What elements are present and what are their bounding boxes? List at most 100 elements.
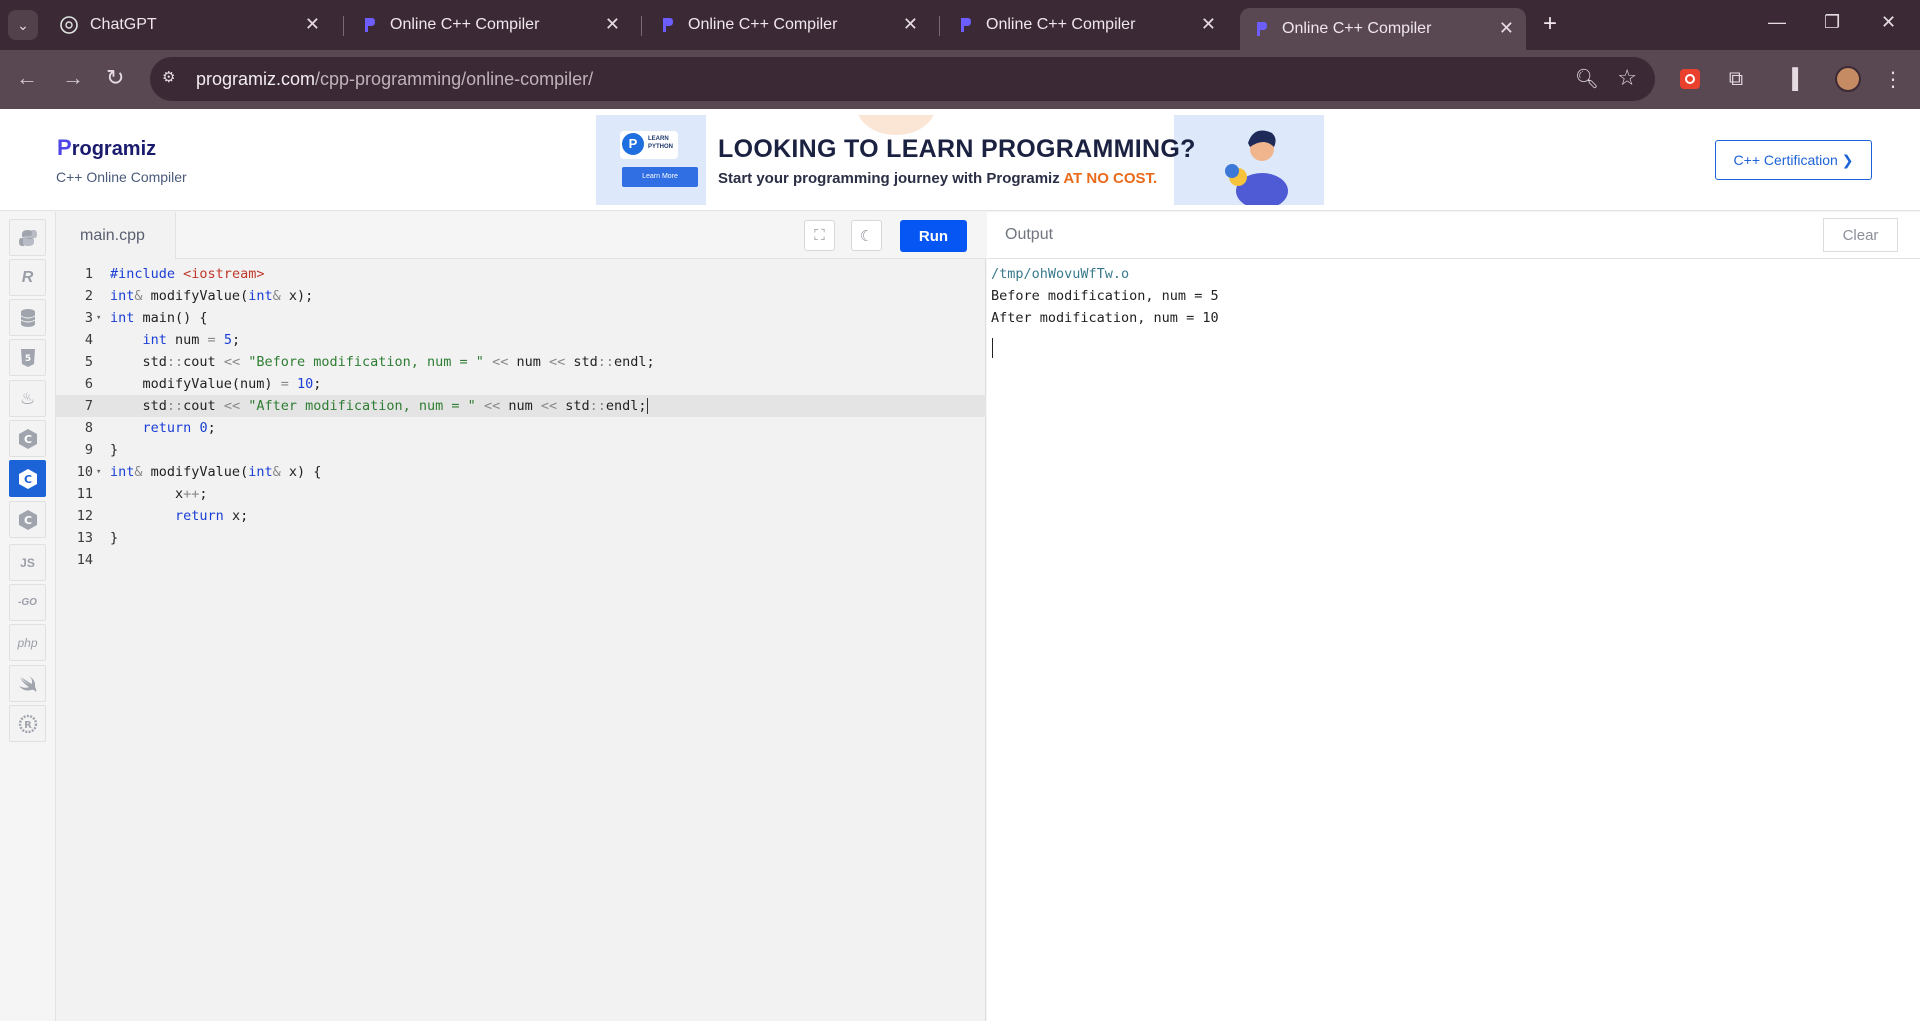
code-line: 11 x++; xyxy=(56,483,986,505)
code-line: 8 return 0; xyxy=(56,417,986,439)
close-window-button[interactable]: ✕ xyxy=(1881,12,1896,33)
svg-text:5: 5 xyxy=(24,354,30,364)
reload-button[interactable]: ↻ xyxy=(106,66,124,90)
programiz-favicon-icon xyxy=(1252,20,1270,38)
fullscreen-button[interactable]: ⛶ xyxy=(804,220,835,251)
dark-mode-button[interactable]: ☾ xyxy=(851,220,882,251)
chevron-down-icon: ⌄ xyxy=(17,16,29,33)
tab-chatgpt[interactable]: ChatGPT ✕ xyxy=(48,8,332,42)
output-line: /tmp/ohWovuWfTw.o xyxy=(991,266,1130,282)
profile-avatar[interactable] xyxy=(1834,65,1862,93)
close-tab-icon[interactable]: ✕ xyxy=(1499,18,1514,39)
clear-button[interactable]: Clear xyxy=(1823,218,1898,252)
programiz-favicon-icon xyxy=(658,16,676,34)
lang-r-button[interactable]: R xyxy=(9,259,46,296)
plus-icon: + xyxy=(1543,10,1558,37)
site-info-icon[interactable]: ⚙ xyxy=(162,68,184,90)
code-text: modifyValue(num) = 10; xyxy=(110,376,322,392)
side-panel-icon: ▍ xyxy=(1792,68,1808,91)
line-number: 10 xyxy=(76,464,93,480)
zoom-icon[interactable]: 🔍︎ xyxy=(1575,67,1599,91)
browser-tab-bar: ⌄ ChatGPT ✕ Online C++ Compiler ✕ Online… xyxy=(0,0,1920,50)
tab-title: Online C++ Compiler xyxy=(688,16,838,33)
tab-online-cpp-compiler-active[interactable]: Online C++ Compiler ✕ xyxy=(1240,8,1526,50)
back-button[interactable]: ← xyxy=(16,66,38,90)
close-tab-icon[interactable]: ✕ xyxy=(605,14,620,35)
line-number: 8 xyxy=(84,420,93,436)
new-tab-button[interactable]: + xyxy=(1543,12,1557,36)
lang-java-button[interactable]: ♨ xyxy=(9,380,46,417)
php-icon: php xyxy=(17,635,38,650)
badge-text: LEARN PYTHON xyxy=(648,136,674,150)
restore-icon: ❐ xyxy=(1824,12,1841,32)
tab-online-cpp-compiler-3[interactable]: Online C++ Compiler ✕ xyxy=(948,8,1228,42)
tab-separator xyxy=(343,16,344,36)
code-text: int& modifyValue(int& x); xyxy=(110,288,314,304)
output-cursor[interactable] xyxy=(992,338,993,358)
minimize-button[interactable]: — xyxy=(1768,12,1786,33)
bookmark-star-icon[interactable]: ☆ xyxy=(1617,65,1637,91)
code-editor[interactable]: 1 #include <iostream> 2 int& modifyValue(i… xyxy=(56,259,986,1021)
restore-button[interactable]: ❐ xyxy=(1824,12,1840,33)
close-tab-icon[interactable]: ✕ xyxy=(903,14,918,35)
tab-online-cpp-compiler-1[interactable]: Online C++ Compiler ✕ xyxy=(352,8,632,42)
fold-arrow-icon[interactable]: ▾ xyxy=(96,307,101,329)
tab-online-cpp-compiler-2[interactable]: Online C++ Compiler ✕ xyxy=(650,8,930,42)
more-vertical-icon: ⋮ xyxy=(1883,68,1903,91)
js-icon: JS xyxy=(20,555,35,570)
lang-python-button[interactable] xyxy=(9,219,46,256)
cpp-certification-button[interactable]: C++ Certification ❯ xyxy=(1715,140,1872,180)
close-tab-icon[interactable]: ✕ xyxy=(305,14,320,35)
lang-go-button[interactable]: -GO xyxy=(9,584,46,621)
code-text: std::cout << "Before modification, num =… xyxy=(110,354,655,370)
url-text[interactable]: programiz.com/cpp-programming/online-com… xyxy=(196,69,593,90)
arrow-right-icon: → xyxy=(62,65,84,90)
editor-pane: main.cpp ⛶ ☾ Run 1 #include <iostream> 2 i… xyxy=(56,212,986,1021)
close-tab-icon[interactable]: ✕ xyxy=(1201,14,1216,35)
csharp-language-icon: C xyxy=(18,509,37,530)
url-domain: programiz.com xyxy=(196,69,316,89)
code-text: x++; xyxy=(110,486,208,502)
lang-swift-button[interactable] xyxy=(9,665,46,702)
lang-csharp-button[interactable]: C xyxy=(9,501,46,538)
code-text: int main() { xyxy=(110,310,208,326)
learn-more-button[interactable]: Learn More xyxy=(622,167,698,187)
extensions-menu-button[interactable]: ⧉ xyxy=(1722,65,1750,93)
tab-search-button[interactable]: ⌄ xyxy=(8,10,38,40)
forward-button[interactable]: → xyxy=(62,66,84,90)
fold-arrow-icon[interactable]: ▾ xyxy=(96,461,101,483)
line-number: 13 xyxy=(76,530,93,546)
browser-toolbar: ← → ↻ ⚙ programiz.com/cpp-programming/on… xyxy=(0,50,1920,109)
line-number: 12 xyxy=(76,508,93,524)
code-line: 6 modifyValue(num) = 10; xyxy=(56,373,986,395)
learn-python-badge: P LEARN PYTHON xyxy=(620,131,678,159)
line-number: 6 xyxy=(84,376,93,392)
tab-title: Online C++ Compiler xyxy=(986,16,1136,33)
lang-html-button[interactable]: 5 xyxy=(9,339,46,376)
record-extension-icon xyxy=(1680,69,1700,89)
lang-sql-button[interactable] xyxy=(9,299,46,336)
line-number: 11 xyxy=(76,486,93,502)
file-tab-main-cpp[interactable]: main.cpp xyxy=(56,212,176,259)
code-text: return 0; xyxy=(142,420,216,436)
browser-menu-button[interactable]: ⋮ xyxy=(1879,65,1907,93)
address-bar[interactable]: ⚙ programiz.com/cpp-programming/online-c… xyxy=(150,57,1655,101)
lang-js-button[interactable]: JS xyxy=(9,544,46,581)
side-panel-button[interactable]: ▍ xyxy=(1786,65,1814,93)
lang-php-button[interactable]: php xyxy=(9,624,46,661)
banner-headline: LOOKING TO LEARN PROGRAMMING? xyxy=(718,135,1196,163)
lang-cpp-button[interactable]: C xyxy=(9,460,46,497)
line-number: 4 xyxy=(84,332,93,348)
code-text: } xyxy=(110,530,119,546)
run-button[interactable]: Run xyxy=(900,220,967,252)
line-number: 14 xyxy=(76,552,93,568)
ad-banner[interactable]: P LEARN PYTHON Learn More LOOKING TO LEA… xyxy=(596,115,1324,205)
code-text: } xyxy=(110,442,119,458)
database-icon xyxy=(20,308,35,327)
lang-rust-button[interactable]: R xyxy=(9,705,46,742)
tagline-text: Start your programming journey with Prog… xyxy=(718,170,1064,187)
programiz-logo[interactable]: Programiz xyxy=(57,135,156,161)
lang-c-button[interactable]: C xyxy=(9,420,46,457)
extension-button[interactable] xyxy=(1676,65,1704,93)
python-icon xyxy=(18,229,37,246)
